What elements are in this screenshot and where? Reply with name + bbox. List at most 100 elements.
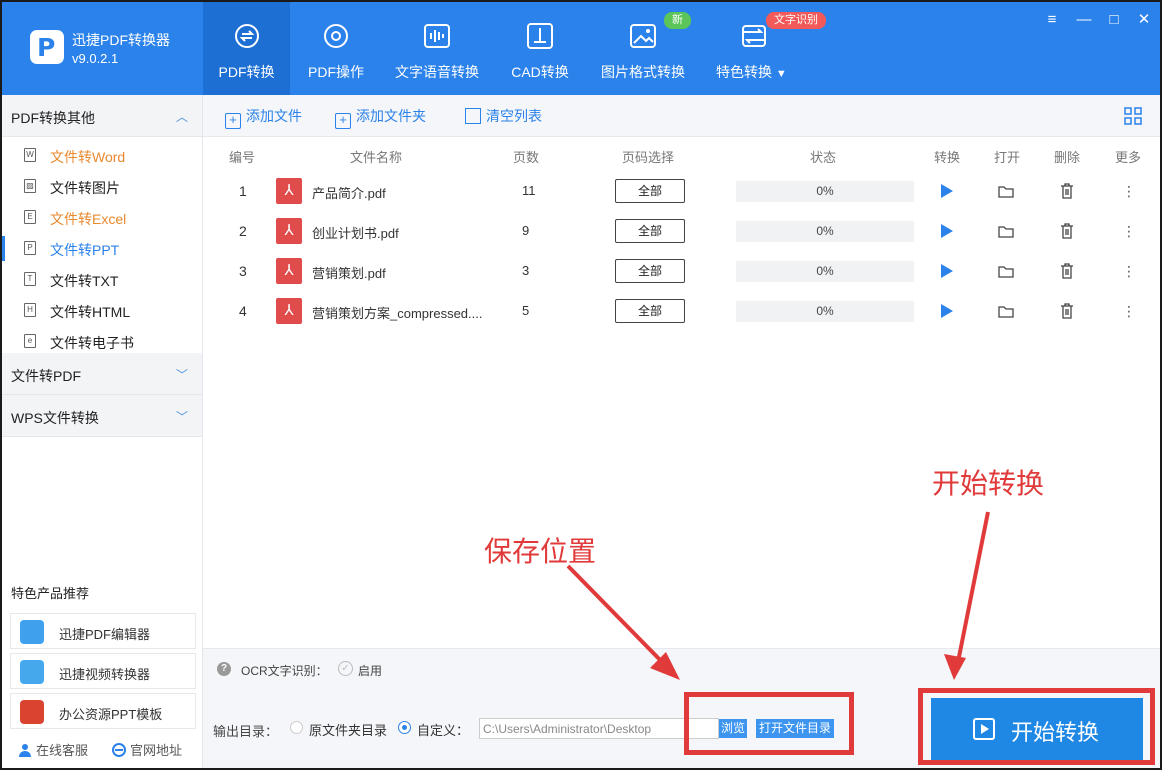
sidebar-item-excel[interactable]: E 文件转Excel bbox=[2, 202, 202, 233]
product-label: 迅捷PDF编辑器 bbox=[59, 627, 151, 642]
tab-cad[interactable]: CAD转换 bbox=[502, 2, 578, 95]
product-video-converter[interactable]: 迅捷视频转换器 bbox=[10, 653, 196, 689]
pdf-operate-icon bbox=[324, 24, 348, 48]
play-icon[interactable] bbox=[936, 221, 956, 241]
header-status: 状态 bbox=[810, 150, 837, 165]
excel-file-icon: E bbox=[24, 210, 36, 224]
sidebar-item-word[interactable]: W 文件转Word bbox=[2, 140, 202, 171]
page-range-button[interactable]: 全部 bbox=[615, 299, 685, 323]
row-num: 2 bbox=[239, 223, 247, 239]
source-folder-radio[interactable] bbox=[290, 721, 303, 734]
tab-pdf-operate[interactable]: PDF操作 bbox=[294, 2, 378, 95]
pdf-file-icon: ⅄ bbox=[276, 298, 302, 324]
image-file-icon: ▨ bbox=[24, 179, 36, 193]
menu-icon[interactable]: ≡ bbox=[1042, 10, 1062, 30]
ppt-file-icon: P bbox=[24, 241, 36, 255]
add-folder-button[interactable]: + 添加文件夹 bbox=[335, 106, 426, 129]
header-convert: 转换 bbox=[934, 150, 961, 165]
sidebar-item-label: 文件转电子书 bbox=[50, 335, 134, 351]
add-file-icon: + bbox=[225, 113, 241, 129]
more-icon[interactable]: ⋮ bbox=[1119, 221, 1139, 241]
help-icon[interactable]: ? bbox=[217, 662, 231, 676]
header-delete: 删除 bbox=[1054, 150, 1081, 165]
sidebar-section-pdf-other[interactable]: PDF转换其他 ︿ bbox=[2, 95, 202, 137]
more-icon[interactable]: ⋮ bbox=[1119, 261, 1139, 281]
folder-icon[interactable] bbox=[996, 261, 1016, 281]
sidebar-item-label: 文件转PPT bbox=[50, 242, 120, 258]
clear-list-button[interactable]: 清空列表 bbox=[465, 106, 542, 126]
table-row: 3 ⅄ 营销策划.pdf 3 全部 0% ⋮ bbox=[203, 251, 1160, 291]
trash-icon[interactable] bbox=[1057, 261, 1077, 281]
play-icon[interactable] bbox=[936, 301, 956, 321]
add-folder-icon: + bbox=[335, 113, 351, 129]
add-file-button[interactable]: + 添加文件 bbox=[225, 106, 302, 129]
section-title: 文件转PDF bbox=[11, 368, 81, 384]
maximize-icon[interactable]: □ bbox=[1104, 10, 1124, 30]
row-num: 4 bbox=[239, 303, 247, 319]
output-path-input[interactable] bbox=[479, 718, 719, 739]
custom-folder-label: 自定义： bbox=[417, 723, 470, 738]
minimize-icon[interactable]: — bbox=[1074, 10, 1094, 30]
page-range-button[interactable]: 全部 bbox=[615, 179, 685, 203]
more-icon[interactable]: ⋮ bbox=[1119, 181, 1139, 201]
sidebar-section-wps[interactable]: WPS文件转换 ﹀ bbox=[2, 395, 202, 437]
add-file-label: 添加文件 bbox=[246, 108, 302, 124]
header-more: 更多 bbox=[1115, 150, 1142, 165]
sidebar-item-ppt[interactable]: P 文件转PPT bbox=[2, 233, 202, 264]
custom-folder-radio[interactable] bbox=[398, 721, 411, 734]
tab-text-speech[interactable]: 文字语音转换 bbox=[390, 2, 484, 95]
grid-view-icon[interactable] bbox=[1124, 107, 1142, 125]
table-row: 4 ⅄ 营销策划方案_compressed.... 5 全部 0% ⋮ bbox=[203, 291, 1160, 331]
app-logo: P bbox=[30, 30, 64, 64]
dropdown-arrow-icon: ▼ bbox=[775, 68, 787, 80]
save-location-highlight bbox=[684, 692, 854, 755]
online-service-link[interactable]: 在线客服 bbox=[18, 740, 88, 759]
folder-icon[interactable] bbox=[996, 221, 1016, 241]
pdf-file-icon: ⅄ bbox=[276, 258, 302, 284]
header-open: 打开 bbox=[994, 150, 1021, 165]
trash-icon[interactable] bbox=[1057, 301, 1077, 321]
play-icon[interactable] bbox=[936, 261, 956, 281]
trash-icon[interactable] bbox=[1057, 181, 1077, 201]
folder-icon[interactable] bbox=[996, 301, 1016, 321]
sidebar-item-label: 文件转HTML bbox=[50, 304, 131, 320]
ppt-template-icon bbox=[20, 700, 44, 724]
folder-icon[interactable] bbox=[996, 181, 1016, 201]
tab-label: 文字语音转换 bbox=[395, 64, 479, 80]
more-icon[interactable]: ⋮ bbox=[1119, 301, 1139, 321]
header-range: 页码选择 bbox=[622, 150, 675, 165]
product-pdf-editor[interactable]: 迅捷PDF编辑器 bbox=[10, 613, 196, 649]
tab-label: PDF操作 bbox=[308, 64, 364, 80]
main-panel: + 添加文件 + 添加文件夹 清空列表 编号 文件名称 页数 页码选择 状态 转换 … bbox=[203, 95, 1160, 768]
official-site-link[interactable]: 官网地址 bbox=[112, 740, 182, 759]
trash-icon bbox=[465, 108, 481, 124]
play-icon[interactable] bbox=[936, 181, 956, 201]
sidebar-item-html[interactable]: H 文件转HTML bbox=[2, 295, 202, 326]
word-file-icon: W bbox=[24, 148, 36, 162]
ocr-bar: ? OCR文字识别： ✓ 启用 bbox=[203, 648, 1160, 688]
page-range-button[interactable]: 全部 bbox=[615, 219, 685, 243]
start-convert-annotation: 开始转换 bbox=[932, 467, 1045, 500]
trash-icon[interactable] bbox=[1057, 221, 1077, 241]
tab-label: 图片格式转换 bbox=[601, 64, 685, 80]
sidebar-item-txt[interactable]: T 文件转TXT bbox=[2, 264, 202, 295]
table-row: 1 ⅄ 产品简介.pdf 11 全部 0% ⋮ bbox=[203, 171, 1160, 211]
browser-icon bbox=[112, 743, 126, 757]
sidebar-item-image[interactable]: ▨ 文件转图片 bbox=[2, 171, 202, 202]
progress-bar: 0% bbox=[736, 221, 914, 242]
tab-pdf-convert[interactable]: PDF转换 bbox=[203, 2, 290, 95]
ocr-enable-checkbox[interactable]: ✓ bbox=[338, 661, 353, 676]
source-folder-label: 原文件夹目录 bbox=[309, 723, 388, 738]
sidebar: PDF转换其他 ︿ W 文件转Word ▨ 文件转图片 E 文件转Excel P… bbox=[2, 95, 203, 768]
sidebar-item-label: 文件转图片 bbox=[50, 180, 120, 196]
txt-file-icon: T bbox=[24, 272, 36, 286]
sidebar-item-label: 文件转Word bbox=[50, 149, 126, 165]
product-ppt-templates[interactable]: 办公资源PPT模板 bbox=[10, 693, 196, 729]
start-button-highlight bbox=[918, 688, 1155, 765]
chevron-down-icon: ﹀ bbox=[175, 368, 188, 382]
section-title: WPS文件转换 bbox=[11, 410, 99, 426]
sidebar-section-to-pdf[interactable]: 文件转PDF ﹀ bbox=[2, 353, 202, 395]
page-range-button[interactable]: 全部 bbox=[615, 259, 685, 283]
close-icon[interactable]: ✕ bbox=[1134, 10, 1154, 30]
chevron-up-icon: ︿ bbox=[175, 110, 188, 124]
